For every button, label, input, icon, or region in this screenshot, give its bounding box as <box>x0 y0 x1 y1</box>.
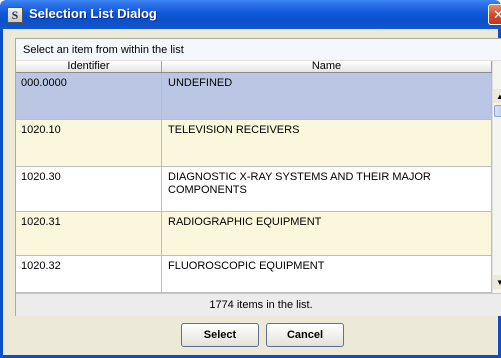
identifier-cell: 1020.30 <box>16 167 162 211</box>
column-header-name[interactable]: Name <box>162 61 492 72</box>
table-row[interactable]: 000.0000 UNDEFINED <box>16 73 492 120</box>
instructions-label: Select an item from within the list <box>16 39 501 61</box>
identifier-cell: 1020.32 <box>16 256 162 292</box>
cancel-button[interactable]: Cancel <box>266 323 344 347</box>
table-row[interactable]: 1020.32 FLUOROSCOPIC EQUIPMENT <box>16 256 492 293</box>
close-button[interactable]: ✕ <box>488 4 501 25</box>
name-cell: UNDEFINED <box>162 73 492 119</box>
scroll-up-icon[interactable]: ▲ <box>493 89 501 103</box>
name-cell: TELEVISION RECEIVERS <box>162 120 492 166</box>
dialog-body: Select an item from within the list Iden… <box>0 29 501 358</box>
name-cell: RADIOGRAPHIC EQUIPMENT <box>162 212 492 255</box>
item-table: Identifier Name 000.0000 UNDEFINED 1020.… <box>16 61 492 293</box>
identifier-cell: 000.0000 <box>16 73 162 119</box>
table-row[interactable]: 1020.31 RADIOGRAPHIC EQUIPMENT <box>16 212 492 256</box>
column-header-identifier[interactable]: Identifier <box>16 61 162 72</box>
name-cell: DIAGNOSTIC X-RAY SYSTEMS AND THEIR MAJOR… <box>162 167 492 211</box>
item-count-status: 1774 items in the list. <box>16 293 501 316</box>
table-header: Identifier Name <box>16 61 492 73</box>
window-title: Selection List Dialog <box>29 6 157 21</box>
app-icon: S <box>7 7 23 23</box>
name-cell: FLUOROSCOPIC EQUIPMENT <box>162 256 492 292</box>
table-rows: 000.0000 UNDEFINED 1020.10 TELEVISION RE… <box>16 73 492 293</box>
selection-panel: Select an item from within the list Iden… <box>15 38 501 316</box>
identifier-cell: 1020.10 <box>16 120 162 166</box>
table-row[interactable]: 1020.10 TELEVISION RECEIVERS <box>16 120 492 167</box>
table-row[interactable]: 1020.30 DIAGNOSTIC X-RAY SYSTEMS AND THE… <box>16 167 492 212</box>
scroll-down-icon[interactable]: ▼ <box>493 275 501 289</box>
vertical-scrollbar[interactable]: ▲ ▼ <box>492 61 501 293</box>
select-button[interactable]: Select <box>181 323 259 347</box>
scroll-thumb[interactable] <box>494 105 501 117</box>
title-bar[interactable]: S Selection List Dialog ✕ <box>0 0 501 29</box>
identifier-cell: 1020.31 <box>16 212 162 255</box>
